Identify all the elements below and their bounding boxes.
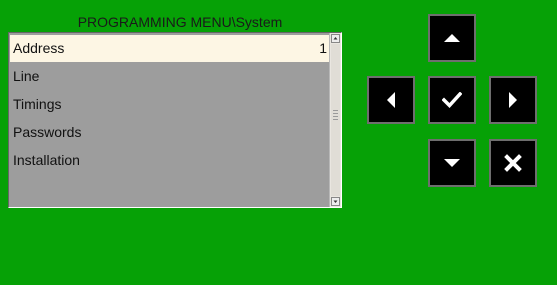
menu-title: PROGRAMMING MENU\System xyxy=(77,14,283,30)
left-arrow-icon xyxy=(387,92,395,108)
scroll-up-icon xyxy=(333,37,338,40)
down-button[interactable] xyxy=(428,139,476,187)
list-item-value: 1 xyxy=(319,40,327,56)
list-item-timings[interactable]: Timings xyxy=(10,91,330,118)
scrollbar[interactable] xyxy=(329,33,341,207)
cancel-button[interactable] xyxy=(489,139,537,187)
right-arrow-icon xyxy=(509,92,517,108)
list-item-label: Timings xyxy=(13,96,62,112)
scroll-down-button[interactable] xyxy=(331,197,340,206)
list-item-label: Line xyxy=(13,68,40,84)
up-button[interactable] xyxy=(428,14,476,62)
confirm-button[interactable] xyxy=(428,76,476,124)
checkmark-icon xyxy=(442,92,462,108)
list-item-installation[interactable]: Installation xyxy=(10,147,330,174)
left-button[interactable] xyxy=(367,76,415,124)
list-item-line[interactable]: Line xyxy=(10,63,330,90)
grip-icon xyxy=(333,110,338,128)
screen: PROGRAMMING MENU\System Address 1 Line T… xyxy=(0,0,557,285)
list-item-address[interactable]: Address 1 xyxy=(10,35,330,62)
right-button[interactable] xyxy=(489,76,537,124)
menu-list[interactable]: Address 1 Line Timings Passwords Install… xyxy=(8,32,342,208)
scroll-up-button[interactable] xyxy=(331,34,340,43)
cancel-x-icon xyxy=(504,154,522,172)
up-arrow-icon xyxy=(444,34,460,42)
list-item-label: Address xyxy=(13,40,65,56)
scroll-down-icon xyxy=(333,200,338,203)
list-item-passwords[interactable]: Passwords xyxy=(10,119,330,146)
scroll-thumb[interactable] xyxy=(331,44,340,196)
down-arrow-icon xyxy=(444,159,460,167)
list-item-label: Installation xyxy=(13,152,80,168)
list-item-label: Passwords xyxy=(13,124,82,140)
